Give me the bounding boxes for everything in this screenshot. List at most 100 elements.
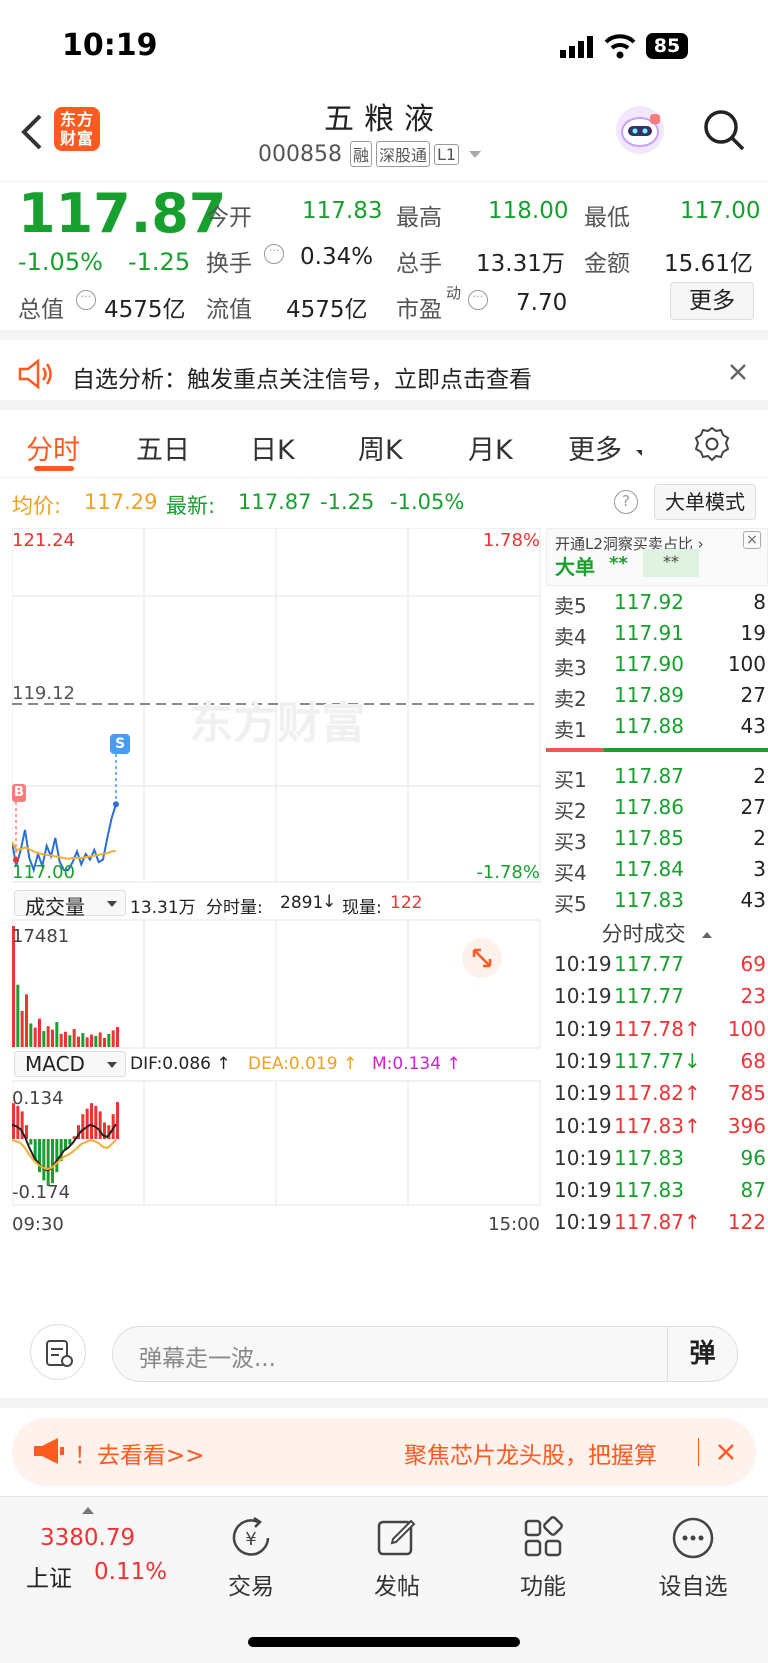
tab-more[interactable]: 更多 [568, 428, 622, 467]
caret-up-icon [82, 1507, 94, 1514]
tick-volume: 23 [740, 984, 766, 1009]
info-icon[interactable]: ··· [468, 290, 488, 310]
index-widget[interactable]: 3380.79 上证 0.11% [0, 1497, 170, 1607]
volume-bar [103, 1038, 106, 1047]
help-icon[interactable]: ? [614, 490, 638, 514]
tab-daily-k[interactable]: 日K [250, 428, 295, 467]
info-icon[interactable]: ··· [264, 244, 284, 264]
volume-bar [107, 1033, 111, 1047]
high-label: 最高 [396, 205, 442, 231]
spread-bar-red [546, 748, 604, 752]
promo-divider [698, 1438, 699, 1466]
macd-bars [12, 1102, 119, 1186]
info-icon[interactable]: ··· [76, 290, 96, 310]
close-icon[interactable] [716, 1442, 736, 1466]
bid-row[interactable]: 买1 117.87 2 [554, 764, 766, 796]
volume-dropdown[interactable]: 成交量 [14, 890, 126, 919]
promo-ticker[interactable]: ！去看看>> 聚焦芯片龙头股，把握算 [12, 1418, 756, 1486]
volume-bar [81, 1033, 85, 1047]
megaphone-icon [32, 1436, 66, 1470]
gear-icon[interactable] [694, 426, 730, 466]
tab-monthly-k[interactable]: 月K [468, 428, 513, 467]
nav-features[interactable]: 功能 [488, 1515, 598, 1601]
pe-value: 7.70 [516, 290, 568, 316]
ask-row[interactable]: 卖3 117.90 100 [554, 652, 766, 684]
volume-bar [85, 1037, 89, 1047]
index-name: 上证 [26, 1566, 72, 1592]
pct-top-label: 1.78% [483, 530, 540, 551]
intraday-chart[interactable]: 东方财富 121.24 1.78% 119.12 117.00 -1.78% 1… [12, 528, 542, 1308]
volume-bar [25, 994, 28, 1047]
search-icon[interactable] [702, 108, 746, 156]
ask-row[interactable]: 卖4 117.91 19 [554, 621, 766, 653]
expand-icon[interactable] [462, 938, 502, 978]
stock-code-row[interactable]: 000858 融 深股通 L1 [258, 140, 482, 168]
ask-volume: 100 [727, 652, 766, 676]
buy-marker[interactable]: B [12, 784, 26, 802]
tag-level: L1 [434, 143, 460, 165]
ticks-title[interactable]: 分时成交 [546, 918, 768, 948]
volume-dropdown-label: 成交量 [25, 895, 85, 919]
volume-bar [111, 1030, 115, 1047]
volume-bar [29, 1023, 33, 1047]
volume-bar [38, 1018, 41, 1047]
macd-bar [90, 1103, 93, 1139]
grid-icon [520, 1515, 566, 1561]
ask-row[interactable]: 卖1 117.88 43 [554, 714, 766, 746]
analysis-banner[interactable]: 自选分析：触发重点关注信号，立即点击查看 [0, 340, 768, 410]
notes-icon[interactable] [30, 1324, 86, 1380]
bid-row[interactable]: 买2 117.86 27 [554, 795, 766, 827]
volume-bar [16, 984, 20, 1047]
ask-row[interactable]: 卖2 117.89 27 [554, 683, 766, 715]
danmaku-toggle-button[interactable]: 弹 [667, 1327, 737, 1381]
danmaku-input[interactable]: 弹幕走一波... 弹 [112, 1326, 738, 1382]
bid-row[interactable]: 买4 117.84 3 [554, 857, 766, 889]
volume-bar [68, 1035, 72, 1047]
more-button[interactable]: 更多 [670, 282, 754, 320]
home-indicator [248, 1637, 520, 1647]
mktcap-label: 总值 [18, 297, 64, 323]
volume-bar [59, 1033, 63, 1047]
nav-trade[interactable]: ¥ 交易 [196, 1515, 306, 1601]
edit-icon [374, 1515, 420, 1561]
nav-trade-label: 交易 [228, 1574, 274, 1600]
time-start-label: 09:30 [12, 1214, 64, 1235]
robot-avatar-icon[interactable] [616, 106, 664, 154]
ask-level: 卖5 [554, 594, 587, 618]
macd-bar [85, 1108, 89, 1139]
banner-text: 自选分析：触发重点关注信号，立即点击查看 [72, 367, 532, 393]
down-arrow-icon: ↓ [322, 892, 337, 912]
close-icon[interactable]: × [743, 531, 761, 549]
tick-volume: 122 [727, 1210, 766, 1235]
volume-bar [116, 1026, 119, 1047]
bid-level: 买5 [554, 892, 587, 916]
price-change: -1.25 [128, 248, 191, 276]
macd-dropdown[interactable]: MACD [14, 1051, 126, 1077]
close-icon[interactable] [728, 362, 748, 386]
ask-price: 117.88 [614, 714, 684, 738]
tab-intraday[interactable]: 分时 [26, 428, 80, 467]
tab-five-day[interactable]: 五日 [136, 428, 190, 467]
big-order-mode-button[interactable]: 大单模式 [654, 484, 756, 520]
index-pct: 0.11% [94, 1559, 168, 1585]
volume-bar [94, 1035, 98, 1047]
active-tab-indicator [34, 466, 74, 471]
bid-row[interactable]: 买5 117.83 43 [554, 888, 766, 920]
bid-row[interactable]: 买3 117.85 2 [554, 826, 766, 858]
l2-promo-box[interactable]: 开通L2洞察买卖占比 › × 大单 ** ** [546, 528, 768, 586]
ask-price: 117.92 [614, 590, 684, 614]
tick-volume: 68 [740, 1048, 766, 1073]
bid-level: 买4 [554, 861, 587, 885]
latest-value: 117.87 [238, 490, 312, 514]
sell-marker[interactable]: S [110, 734, 130, 754]
macd-bar [42, 1139, 46, 1181]
volume-bar [77, 1036, 80, 1047]
nav-post[interactable]: 发帖 [342, 1515, 452, 1601]
svg-text:¥: ¥ [245, 1529, 256, 1550]
more-circle-icon [670, 1515, 716, 1561]
volume-bar [51, 1029, 54, 1047]
dropdown-caret-icon [107, 901, 117, 907]
tab-weekly-k[interactable]: 周K [358, 428, 403, 467]
nav-set-watchlist[interactable]: 设自选 [638, 1515, 748, 1601]
ask-row[interactable]: 卖5 117.92 8 [554, 590, 766, 622]
